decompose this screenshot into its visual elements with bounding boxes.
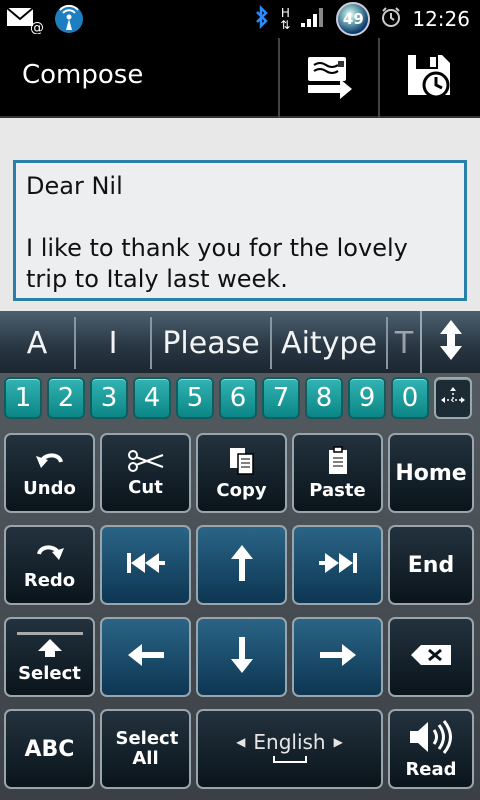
suggestion-item[interactable]: A	[0, 317, 76, 369]
suggestion-item[interactable]: I	[76, 317, 152, 369]
language-space-key[interactable]: ◀ English ▶	[196, 709, 383, 789]
read-key[interactable]: Read	[388, 709, 474, 789]
arrow-up-key[interactable]	[196, 525, 287, 605]
arrow-left-icon	[126, 642, 166, 672]
home-label: Home	[395, 460, 467, 486]
scissors-icon	[127, 449, 165, 477]
select-label: Select	[18, 662, 81, 684]
svg-text:@: @	[30, 20, 44, 34]
number-key-5[interactable]: 5	[176, 377, 214, 419]
language-next-icon: ▶	[333, 735, 343, 749]
language-prev-icon: ◀	[236, 735, 246, 749]
read-label: Read	[405, 758, 457, 780]
number-key-0[interactable]: 0	[391, 377, 429, 419]
end-key[interactable]: End	[388, 525, 474, 605]
cut-key[interactable]: Cut	[100, 433, 191, 513]
select-all-key[interactable]: Select All	[100, 709, 191, 789]
number-key-3[interactable]: 3	[90, 377, 128, 419]
network-type-icon: H ⇅	[280, 6, 291, 32]
redo-icon	[35, 540, 65, 570]
copy-icon	[227, 446, 257, 480]
number-key-2[interactable]: 2	[47, 377, 85, 419]
end-label: End	[407, 552, 455, 578]
undo-key[interactable]: Undo	[4, 433, 95, 513]
arrow-down-key[interactable]	[196, 617, 287, 697]
abc-key[interactable]: ABC	[4, 709, 95, 789]
send-button[interactable]	[278, 38, 378, 118]
abc-label: ABC	[24, 736, 75, 762]
mail-notification-icon: @	[6, 4, 46, 38]
backspace-icon	[409, 643, 453, 671]
paste-key[interactable]: Paste	[292, 433, 383, 513]
compose-area: Dear Nil I like to thank you for the lov…	[0, 118, 480, 311]
copy-key[interactable]: Copy	[196, 433, 287, 513]
number-key-4[interactable]: 4	[133, 377, 171, 419]
status-clock: 12:26	[412, 7, 470, 31]
language-selector: ◀ English ▶	[236, 730, 343, 754]
redo-key[interactable]: Redo	[4, 525, 95, 605]
suggestion-item[interactable]: T	[388, 317, 420, 369]
select-all-label: Select All	[115, 728, 179, 769]
arrow-right-icon	[318, 642, 358, 672]
language-label: English	[253, 730, 326, 754]
number-key-8[interactable]: 8	[305, 377, 343, 419]
skip-back-key[interactable]	[100, 525, 191, 605]
undo-icon	[35, 448, 65, 478]
arrow-right-key[interactable]	[292, 617, 383, 697]
number-key-1[interactable]: 1	[4, 377, 42, 419]
expand-suggestions-button[interactable]	[420, 311, 480, 373]
home-key[interactable]: Home	[388, 433, 474, 513]
battery-icon: 49	[336, 2, 371, 36]
bluetooth-icon	[254, 4, 270, 33]
backspace-key[interactable]	[388, 617, 474, 697]
arrow-down-icon	[229, 635, 255, 679]
action-bar: Compose	[0, 38, 480, 118]
copy-label: Copy	[216, 479, 267, 501]
skip-forward-key[interactable]	[292, 525, 383, 605]
expand-arrows-icon	[438, 318, 464, 366]
skip-forward-icon	[317, 551, 359, 579]
undo-label: Undo	[23, 477, 76, 499]
skip-back-icon	[125, 551, 167, 579]
message-body-input[interactable]: Dear Nil I like to thank you for the lov…	[13, 160, 467, 301]
signal-strength-icon	[300, 6, 326, 32]
suggestion-item[interactable]: Please	[152, 317, 272, 369]
number-key-9[interactable]: 9	[348, 377, 386, 419]
paste-icon	[323, 445, 353, 480]
arrow-left-key[interactable]	[100, 617, 191, 697]
keyboard-resize-button[interactable]	[434, 377, 472, 419]
speaker-icon	[408, 719, 454, 759]
number-key-7[interactable]: 7	[262, 377, 300, 419]
send-message-icon	[304, 53, 354, 103]
redo-label: Redo	[23, 569, 76, 591]
number-key-6[interactable]: 6	[219, 377, 257, 419]
status-bar: @ H ⇅ 49 12:26	[0, 0, 480, 38]
wifi-hotspot-icon	[54, 4, 84, 38]
select-shift-icon	[15, 631, 85, 663]
arrow-up-icon	[229, 543, 255, 587]
resize-arrows-icon	[440, 383, 466, 413]
paste-label: Paste	[309, 479, 366, 501]
suggestion-item[interactable]: Aitype	[272, 317, 388, 369]
alarm-icon	[380, 6, 402, 32]
cut-label: Cut	[128, 476, 163, 498]
select-key[interactable]: Select	[4, 617, 95, 697]
space-bar-icon	[272, 754, 308, 768]
save-draft-button[interactable]	[378, 38, 478, 118]
suggestion-bar: A I Please Aitype T	[0, 311, 480, 373]
keyboard: 1 2 3 4 5 6 7 8 9 0 Undo Cut Copy Paste …	[0, 373, 480, 800]
page-title: Compose	[22, 60, 144, 90]
save-schedule-icon	[404, 51, 454, 105]
